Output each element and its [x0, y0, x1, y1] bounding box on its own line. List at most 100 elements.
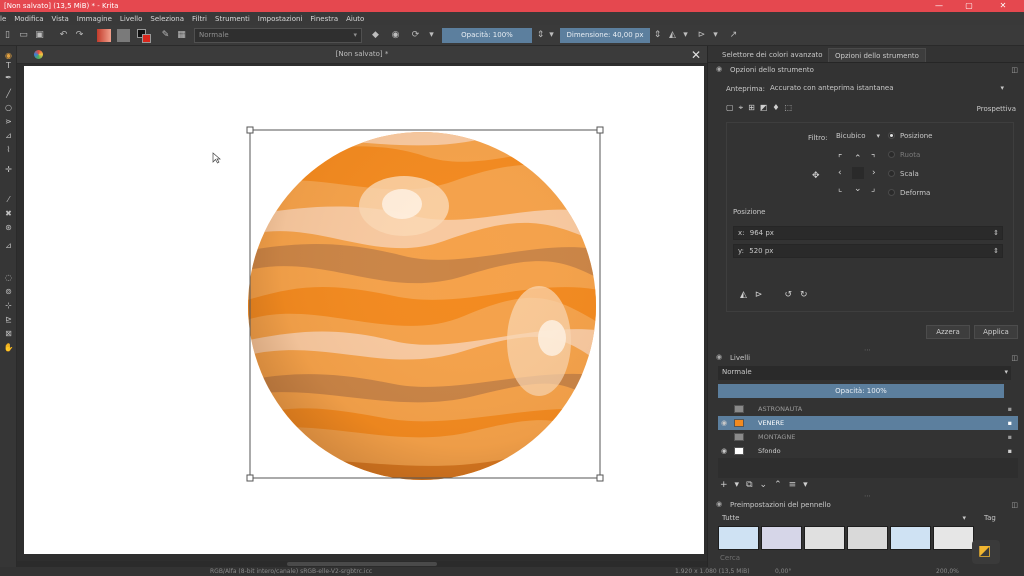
reload-preset-icon[interactable]: ⟳ [410, 30, 421, 41]
free-transform-icon[interactable]: ▢ [726, 103, 734, 115]
menu-vista[interactable]: Vista [48, 15, 73, 23]
redo-icon[interactable]: ↷ [74, 30, 85, 41]
measure-tool-icon[interactable]: ⊿ [3, 240, 14, 251]
filter-select[interactable]: Bicubico ▾ [832, 130, 880, 144]
warp-icon[interactable]: ◩ [760, 103, 768, 115]
elliptical-select-icon[interactable]: ◌ [3, 272, 14, 283]
size-slider[interactable]: Dimensione: 40,00 px [560, 28, 650, 43]
anchor-center[interactable] [852, 167, 864, 179]
mirror-vertical-icon[interactable]: ⊳ [696, 30, 707, 41]
eraser-icon[interactable]: ◆ [370, 30, 381, 41]
menu-impostazioni[interactable]: Impostazioni [254, 15, 307, 23]
anchor-top-icon[interactable]: ⌃ [854, 154, 862, 164]
perspective-icon[interactable]: ⌖ [739, 103, 744, 115]
rotate-ccw-icon[interactable]: ↺ [784, 290, 792, 300]
mode-shear-radio[interactable] [888, 189, 895, 196]
anchor-right-icon[interactable]: › [872, 168, 876, 178]
document-tab-title[interactable]: [Non salvato] * [17, 50, 707, 58]
transform-handle-top-right[interactable] [596, 126, 604, 134]
brush-preset-1[interactable] [718, 526, 759, 550]
panel-float-icon[interactable]: ◉ [716, 353, 722, 361]
preview-select[interactable]: Accurato con anteprima istantanea ▾ [766, 82, 1006, 96]
move-cross-icon[interactable]: ✥ [812, 171, 820, 181]
scrollbar-thumb[interactable] [287, 562, 437, 566]
chevron-down-icon[interactable]: ▾ [735, 480, 740, 490]
mode-scale-radio[interactable] [888, 170, 895, 177]
position-y-input[interactable]: y: 520 px ⇕ [733, 244, 1003, 258]
freehand-path-icon[interactable]: ⌇ [3, 144, 14, 155]
brush-preset-icon[interactable]: ▦ [176, 30, 187, 41]
flip-horizontal-icon[interactable]: ◭ [740, 290, 747, 300]
flip-vertical-icon[interactable]: ⊳ [755, 290, 763, 300]
gradient-swatch[interactable] [97, 29, 111, 42]
grid-transform-icon[interactable]: ⊞ [748, 103, 755, 115]
liquify-icon[interactable]: ♦ [772, 103, 779, 115]
layer-row-sfondo[interactable]: ◉ Sfondo ▪ [718, 444, 1018, 458]
cage-icon[interactable]: ⬚ [785, 103, 793, 115]
mode-rotate-radio[interactable] [888, 151, 895, 158]
canvas-area[interactable] [17, 64, 707, 561]
anchor-top-right-icon[interactable]: ⌝ [871, 154, 875, 164]
stepper-icon[interactable]: ⇕ [993, 227, 999, 239]
anchor-top-left-icon[interactable]: ⌜ [838, 154, 842, 164]
open-icon[interactable]: ▭ [18, 30, 29, 41]
magnetic-select-icon[interactable]: ⊠ [3, 328, 14, 339]
menu-finestra[interactable]: Finestra [306, 15, 342, 23]
menu-livello[interactable]: Livello [116, 15, 146, 23]
visibility-eye-icon[interactable]: ◉ [721, 416, 727, 430]
picker-tool-icon[interactable]: ⁄ [3, 194, 14, 205]
pan-tool-icon[interactable]: ✋ [3, 342, 14, 353]
bezier-tool-icon[interactable]: ⋗ [3, 116, 14, 127]
background-color-swatch[interactable] [142, 34, 151, 43]
rotate-cw-icon[interactable]: ↻ [800, 290, 808, 300]
tab-tool-options[interactable]: Opzioni dello strumento [828, 48, 926, 62]
minimize-button[interactable]: — [924, 0, 954, 12]
splitter-handle[interactable]: ⋯ [864, 346, 871, 354]
polyline-tool-icon[interactable]: ⊿ [3, 130, 14, 141]
lock-icon[interactable]: ▪ [1008, 416, 1012, 430]
tag-button[interactable]: Tag [984, 514, 996, 522]
bezier-select-icon[interactable]: ⊵ [3, 314, 14, 325]
transform-handle-bottom-left[interactable] [246, 474, 254, 482]
assistant-tool-icon[interactable]: ⊛ [3, 222, 14, 233]
blend-mode-select[interactable]: Normale ▾ [194, 28, 362, 43]
mirror-horizontal-icon[interactable]: ◭ [667, 30, 678, 41]
chevron-down-icon[interactable]: ▾ [426, 30, 437, 41]
duplicate-layer-icon[interactable]: ⧉ [746, 480, 752, 490]
anchor-bottom-icon[interactable]: ⌄ [854, 184, 862, 194]
lock-icon[interactable]: ▪ [1008, 444, 1012, 458]
anchor-point-grid[interactable]: ⌜ ⌃ ⌝ ‹ › ⌞ ⌄ ⌟ [838, 154, 880, 196]
smart-patch-icon[interactable]: ✖ [3, 208, 14, 219]
dock-options-icon[interactable]: ◫ [1011, 354, 1018, 362]
close-document-icon[interactable]: ✕ [691, 48, 701, 62]
menu-strumenti[interactable]: Strumenti [211, 15, 254, 23]
new-document-icon[interactable]: ▯ [2, 30, 13, 41]
brush-preset-4[interactable] [847, 526, 888, 550]
chevron-down-icon[interactable]: ▾ [680, 30, 691, 41]
anchor-left-icon[interactable]: ‹ [838, 168, 842, 178]
brush-search-input[interactable]: Cerca [718, 552, 948, 564]
undo-icon[interactable]: ↶ [58, 30, 69, 41]
layer-row-astronauta[interactable]: ASTRONAUTA ▪ [718, 402, 1018, 416]
calligraphy-tool-icon[interactable]: ✒ [3, 72, 14, 83]
maximize-button[interactable]: ▢ [954, 0, 984, 12]
line-tool-icon[interactable]: ╱ [3, 88, 14, 99]
chevron-down-icon[interactable]: ▾ [546, 30, 557, 41]
brush-preset-3[interactable] [804, 526, 845, 550]
layer-opacity-slider[interactable]: Opacità: 100% [718, 384, 1004, 398]
pattern-swatch[interactable] [117, 29, 130, 42]
opacity-stepper-icon[interactable]: ⇕ [535, 30, 546, 41]
menu-seleziona[interactable]: Seleziona [146, 15, 188, 23]
layer-properties-icon[interactable]: ≡ [789, 480, 797, 490]
chevron-down-icon[interactable]: ▾ [803, 480, 808, 490]
text-tool-icon[interactable]: T [3, 60, 14, 71]
stepper-icon[interactable]: ⇕ [993, 245, 999, 257]
anchor-bottom-left-icon[interactable]: ⌞ [838, 184, 842, 194]
ellipse-tool-icon[interactable]: ○ [3, 102, 14, 113]
add-layer-icon[interactable]: + [720, 480, 728, 490]
move-up-icon[interactable]: ⌃ [774, 480, 782, 490]
anchor-bottom-right-icon[interactable]: ⌟ [871, 184, 875, 194]
reset-button[interactable]: Azzera [926, 325, 970, 339]
wrap-around-icon[interactable]: ↗ [728, 30, 739, 41]
tab-advanced-color-selector[interactable]: Selettore dei colori avanzato [716, 48, 829, 62]
